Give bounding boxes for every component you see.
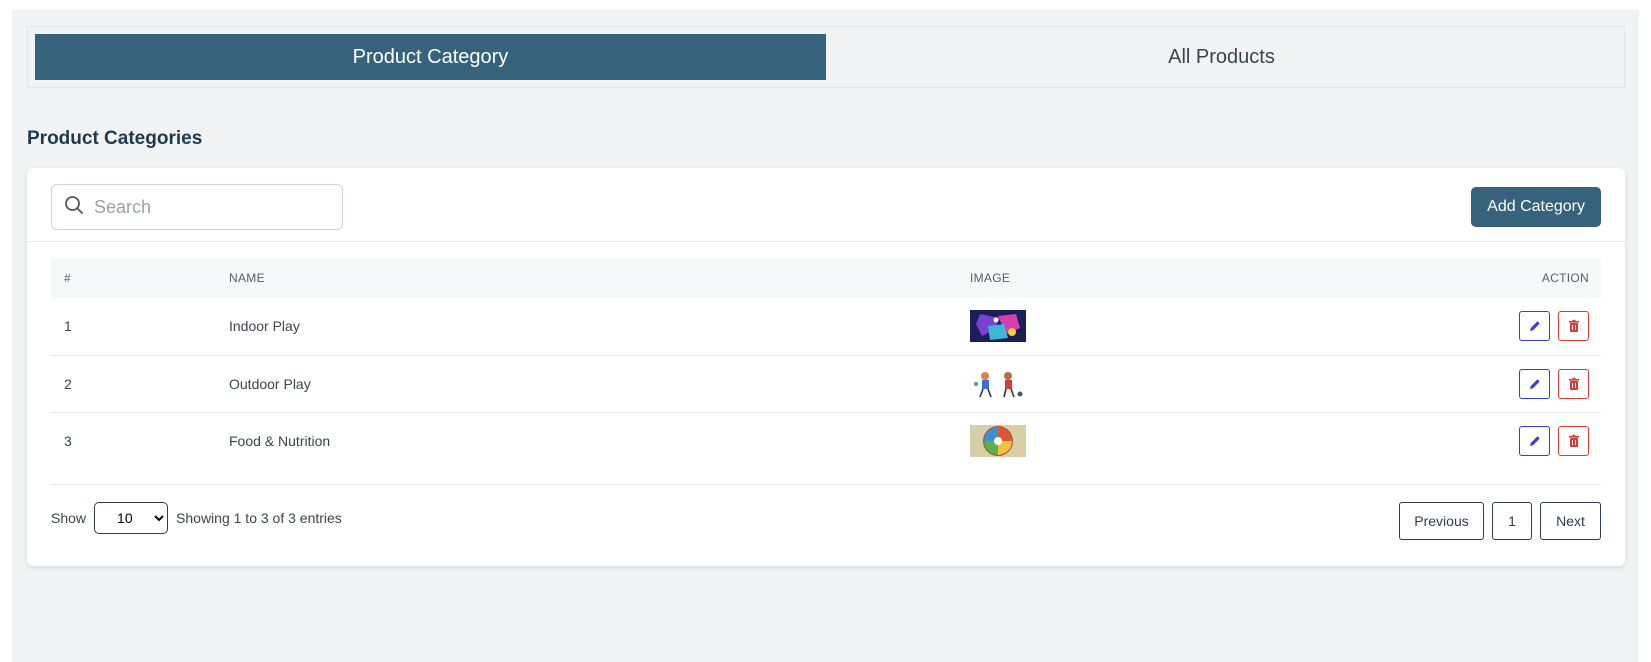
- edit-button[interactable]: [1519, 311, 1550, 342]
- add-category-button[interactable]: Add Category: [1471, 187, 1601, 227]
- search-input[interactable]: [94, 196, 324, 218]
- delete-button[interactable]: [1558, 368, 1589, 399]
- pagination: Previous 1 Next: [1391, 502, 1601, 540]
- show-label: Show: [51, 510, 87, 526]
- tab-product-category[interactable]: Product Category: [35, 34, 826, 80]
- table-row: 3 Food & Nutrition: [51, 411, 1601, 469]
- trash-icon: [1568, 377, 1579, 390]
- column-header-name: NAME: [229, 271, 265, 285]
- entries-info: Showing 1 to 3 of 3 entries: [176, 510, 342, 526]
- page-1-button[interactable]: 1: [1492, 502, 1532, 540]
- previous-page-button[interactable]: Previous: [1399, 502, 1484, 540]
- categories-table: # NAME IMAGE ACTION 1 Indoor Play 2 Outd…: [51, 258, 1601, 469]
- page-size-select[interactable]: 10: [94, 502, 169, 534]
- category-name: Indoor Play: [229, 318, 300, 335]
- page-size-control: Show 10 Showing 1 to 3 of 3 entries: [51, 502, 342, 534]
- category-image-food-nutrition: [970, 424, 1026, 457]
- row-number: 2: [51, 354, 229, 412]
- category-name: Food & Nutrition: [229, 411, 970, 469]
- search-box[interactable]: [51, 184, 343, 230]
- column-header-number: #: [64, 271, 71, 285]
- table-row: 1 Indoor Play: [51, 298, 1601, 355]
- edit-button[interactable]: [1519, 368, 1550, 399]
- search-icon: [64, 195, 84, 220]
- trash-icon: [1568, 434, 1579, 447]
- trash-icon: [1568, 320, 1579, 333]
- row-number: 1: [64, 318, 72, 335]
- column-header-image: IMAGE: [970, 271, 1011, 285]
- table-row: 2 Outdoor Play: [51, 354, 1601, 412]
- column-header-action: ACTION: [1541, 271, 1589, 285]
- pencil-icon: [1529, 378, 1540, 389]
- table-footer-divider: [51, 484, 1601, 485]
- table-header-row: # NAME IMAGE ACTION: [51, 258, 1601, 298]
- row-number: 3: [51, 411, 229, 469]
- category-image-outdoor-play: [970, 367, 1026, 400]
- category-image-indoor-play: [970, 310, 1026, 343]
- page-background: Product Category All Products Product Ca…: [12, 10, 1639, 662]
- card-toolbar: Add Category: [27, 168, 1625, 242]
- tab-all-products[interactable]: All Products: [826, 34, 1617, 80]
- tab-bar: Product Category All Products: [27, 26, 1625, 88]
- next-page-button[interactable]: Next: [1540, 502, 1601, 540]
- delete-button[interactable]: [1558, 311, 1589, 342]
- page-title: Product Categories: [27, 128, 203, 149]
- edit-button[interactable]: [1519, 425, 1550, 456]
- categories-card: Add Category # NAME IMAGE ACTION 1 Indoo…: [27, 168, 1625, 566]
- pencil-icon: [1529, 321, 1540, 332]
- delete-button[interactable]: [1558, 425, 1589, 456]
- category-name: Outdoor Play: [229, 354, 970, 412]
- pencil-icon: [1529, 436, 1540, 446]
